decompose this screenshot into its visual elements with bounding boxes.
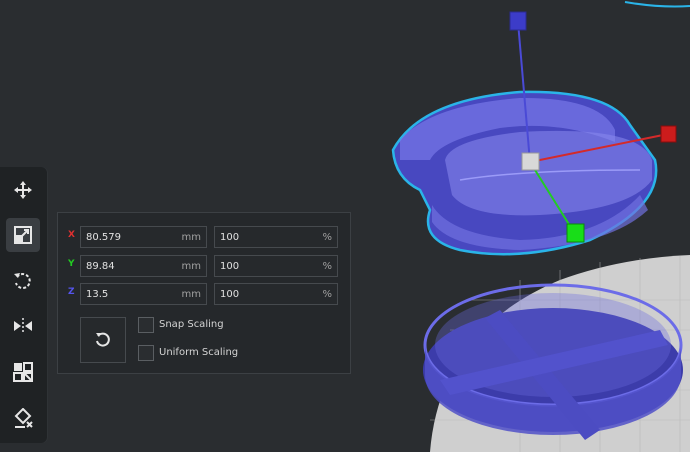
y-axis-label: Y xyxy=(68,259,75,269)
selected-model[interactable] xyxy=(391,90,658,256)
y-size-input[interactable]: 89.84 mm xyxy=(80,255,207,277)
x-size-input[interactable]: 80.579 mm xyxy=(80,226,207,248)
support-blocker-tool-button[interactable] xyxy=(6,401,40,435)
tool-sidebar xyxy=(0,167,47,443)
mirror-tool-button[interactable] xyxy=(6,309,40,343)
x-axis-row: X 80.579 mm 100 % xyxy=(58,226,350,248)
z-axis-row: Z 13.5 mm 100 % xyxy=(58,283,350,305)
snap-scaling-checkbox[interactable] xyxy=(138,317,154,333)
z-axis-handle[interactable] xyxy=(509,11,527,31)
y-axis-row: Y 89.84 mm 100 % xyxy=(58,255,350,277)
uniform-scaling-checkbox[interactable] xyxy=(138,345,154,361)
snap-scaling-label: Snap Scaling xyxy=(159,319,224,330)
x-axis-label: X xyxy=(68,230,75,240)
z-size-value: 13.5 xyxy=(86,289,109,300)
x-percent-unit: % xyxy=(322,232,332,243)
y-percent-value: 100 xyxy=(220,261,240,272)
rotate-tool-button[interactable] xyxy=(6,264,40,298)
per-model-settings-tool-button[interactable] xyxy=(6,355,40,389)
y-size-unit: mm xyxy=(181,261,201,272)
move-tool-button[interactable] xyxy=(6,173,40,207)
y-percent-unit: % xyxy=(322,261,332,272)
reset-icon xyxy=(96,332,110,347)
rotate-icon xyxy=(14,273,31,290)
y-size-value: 89.84 xyxy=(86,261,115,272)
scale-tool-button[interactable] xyxy=(6,218,40,252)
move-icon xyxy=(14,181,32,199)
z-axis-label: Z xyxy=(68,287,75,297)
support-blocker-icon xyxy=(14,408,33,428)
x-percent-value: 100 xyxy=(220,232,240,243)
x-axis-handle[interactable] xyxy=(660,125,677,143)
scale-tool-panel: X 80.579 mm 100 % Y 89.84 mm 100 % Z 13.… xyxy=(57,212,351,374)
y-percent-input[interactable]: 100 % xyxy=(214,255,338,277)
x-size-unit: mm xyxy=(181,232,201,243)
scale-icon xyxy=(14,226,32,244)
x-size-value: 80.579 xyxy=(86,232,121,243)
reset-scale-button[interactable] xyxy=(80,317,126,363)
z-percent-unit: % xyxy=(322,289,332,300)
uniform-scale-handle[interactable] xyxy=(521,152,540,171)
z-size-unit: mm xyxy=(181,289,201,300)
per-model-settings-icon xyxy=(13,362,33,382)
selection-outline-fragment xyxy=(624,1,690,8)
z-percent-input[interactable]: 100 % xyxy=(214,283,338,305)
x-percent-input[interactable]: 100 % xyxy=(214,226,338,248)
mirror-icon xyxy=(14,318,32,334)
z-size-input[interactable]: 13.5 mm xyxy=(80,283,207,305)
z-percent-value: 100 xyxy=(220,289,240,300)
uniform-scaling-label: Uniform Scaling xyxy=(159,347,239,358)
y-axis-handle[interactable] xyxy=(566,223,585,243)
